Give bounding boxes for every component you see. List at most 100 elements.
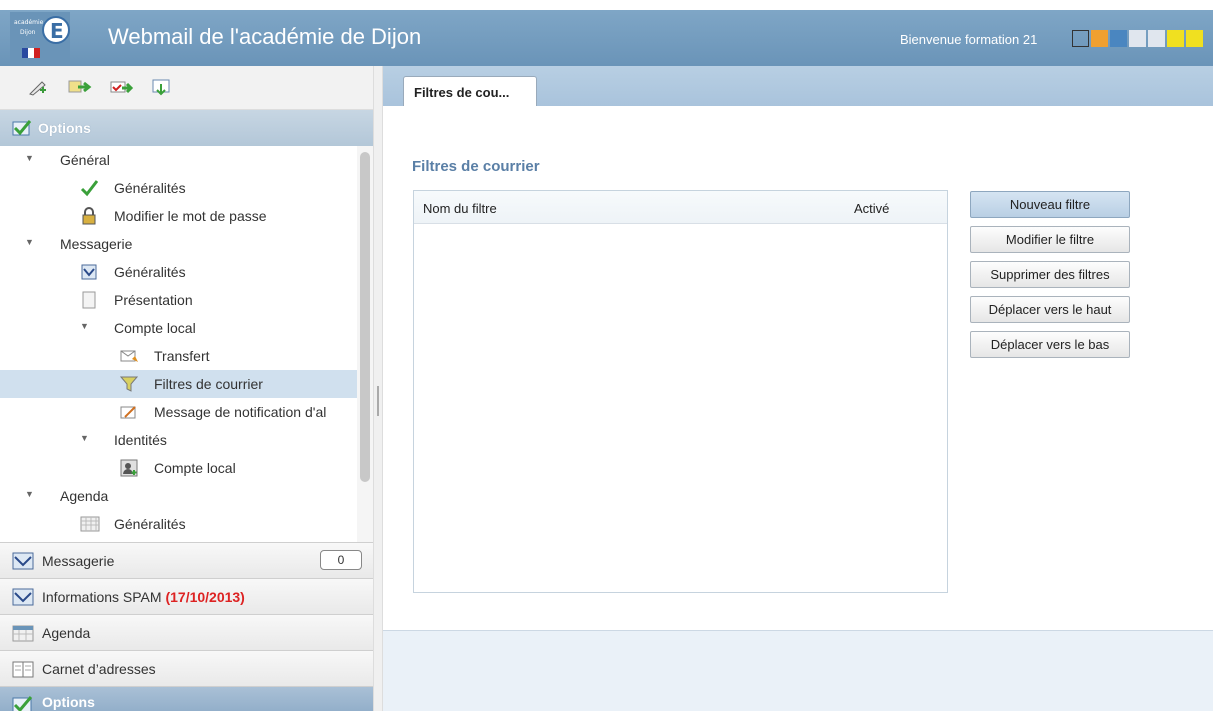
svg-text:E: E bbox=[50, 19, 64, 43]
splitter-grip[interactable] bbox=[377, 386, 379, 416]
accordion-label: Agenda bbox=[42, 625, 91, 641]
options-panel-title: Options bbox=[38, 120, 91, 136]
spam-label: Informations SPAM bbox=[42, 589, 162, 605]
user-add-icon bbox=[120, 459, 138, 477]
expanded-arrow-icon[interactable]: ▼ bbox=[25, 489, 34, 499]
address-book-icon bbox=[12, 659, 34, 679]
tree-item-change-password[interactable]: Modifier le mot de passe bbox=[0, 202, 357, 230]
app-title: Webmail de l'académie de Dijon bbox=[108, 24, 422, 49]
new-filter-button[interactable]: Nouveau filtre bbox=[970, 191, 1130, 218]
theme-swatches bbox=[1072, 30, 1203, 47]
theme-swatch[interactable] bbox=[1148, 30, 1165, 47]
tab-label: Filtres de cou... bbox=[414, 85, 510, 100]
tree-item-presentation[interactable]: Présentation bbox=[0, 286, 357, 314]
mail-settings-icon bbox=[80, 263, 98, 281]
theme-swatch[interactable] bbox=[1072, 30, 1089, 47]
move-icon[interactable] bbox=[110, 78, 134, 96]
tree-item-compte-local[interactable]: ▼ Compte local bbox=[0, 314, 357, 342]
academie-logo: académie Dijon E bbox=[10, 12, 70, 64]
tree-item-label: Transfert bbox=[154, 348, 210, 364]
accordion-options[interactable]: Options bbox=[0, 686, 373, 711]
expanded-arrow-icon[interactable]: ▼ bbox=[25, 153, 34, 163]
panel-splitter[interactable] bbox=[373, 66, 383, 711]
theme-swatch[interactable] bbox=[1129, 30, 1146, 47]
tree-scrollbar[interactable] bbox=[357, 146, 373, 542]
tree-item-label: Présentation bbox=[114, 292, 193, 308]
tree-item-identites-compte-local[interactable]: Compte local bbox=[0, 454, 357, 482]
theme-swatch[interactable] bbox=[1091, 30, 1108, 47]
tree-item-notification[interactable]: Message de notification d'al bbox=[0, 398, 357, 426]
delete-filters-button[interactable]: Supprimer des filtres bbox=[970, 261, 1130, 288]
import-icon[interactable] bbox=[152, 78, 172, 96]
expanded-arrow-icon[interactable]: ▼ bbox=[80, 321, 89, 331]
forward-icon[interactable] bbox=[68, 78, 92, 96]
column-header-active[interactable]: Activé bbox=[854, 201, 889, 216]
content-footer bbox=[383, 630, 1213, 711]
filters-table: Nom du filtre Activé bbox=[413, 190, 948, 593]
tree-item-agenda-generalites[interactable]: Généralités bbox=[0, 510, 357, 538]
theme-swatch[interactable] bbox=[1167, 30, 1184, 47]
accordion-carnet[interactable]: Carnet d’adresses bbox=[0, 650, 373, 686]
tree-item-label: Identités bbox=[114, 432, 167, 448]
expanded-arrow-icon[interactable]: ▼ bbox=[80, 433, 89, 443]
mail-icon bbox=[12, 551, 34, 571]
tree-item-filtres[interactable]: Filtres de courrier bbox=[0, 370, 357, 398]
tree-item-label: Général bbox=[60, 152, 110, 168]
tree-item-identites[interactable]: ▼ Identités bbox=[0, 426, 357, 454]
filter-icon bbox=[119, 375, 139, 393]
check-icon bbox=[80, 179, 99, 197]
tab-filtres-de-courrier[interactable]: Filtres de cou... bbox=[403, 76, 537, 106]
accordion-agenda[interactable]: Agenda bbox=[0, 614, 373, 650]
tree-item-agenda[interactable]: ▼ Agenda bbox=[0, 482, 357, 510]
column-header-name[interactable]: Nom du filtre bbox=[423, 201, 497, 216]
spam-date: (17/10/2013) bbox=[165, 589, 245, 605]
accordion-label: Carnet d’adresses bbox=[42, 661, 156, 677]
page-icon bbox=[80, 291, 98, 309]
tree-item-label: Filtres de courrier bbox=[154, 376, 263, 392]
filters-table-header: Nom du filtre Activé bbox=[414, 191, 947, 224]
calendar-icon bbox=[80, 515, 100, 533]
app-header: académie Dijon E Webmail de l'académie d… bbox=[0, 10, 1213, 66]
accordion-label: Messagerie bbox=[42, 553, 115, 569]
accordion-messagerie[interactable]: Messagerie 0 bbox=[0, 542, 373, 578]
tree-item-messagerie-generalites[interactable]: Généralités bbox=[0, 258, 357, 286]
edit-filter-button[interactable]: Modifier le filtre bbox=[970, 226, 1130, 253]
mail-icon bbox=[12, 587, 34, 607]
tree-item-label: Généralités bbox=[114, 516, 186, 532]
svg-text:académie: académie bbox=[14, 19, 44, 26]
tree-item-label: Message de notification d'al bbox=[154, 404, 327, 420]
theme-swatch[interactable] bbox=[1186, 30, 1203, 47]
unread-count-badge: 0 bbox=[320, 550, 362, 570]
tree-item-label: Modifier le mot de passe bbox=[114, 208, 267, 224]
left-toolbar bbox=[0, 66, 373, 110]
options-check-icon bbox=[12, 119, 32, 140]
accordion-label: Informations SPAM (17/10/2013) bbox=[42, 589, 245, 605]
lock-icon bbox=[80, 207, 98, 225]
svg-text:Dijon: Dijon bbox=[20, 29, 36, 36]
section-title: Filtres de courrier bbox=[412, 158, 540, 175]
tree-item-general-generalites[interactable]: Généralités bbox=[0, 174, 357, 202]
scrollbar-thumb[interactable] bbox=[360, 152, 370, 482]
mail-forward-icon bbox=[120, 347, 138, 365]
tab-bar: Filtres de cou... bbox=[383, 66, 1213, 106]
notification-icon bbox=[120, 403, 138, 421]
tree-item-transfert[interactable]: Transfert bbox=[0, 342, 357, 370]
tree-item-label: Généralités bbox=[114, 180, 186, 196]
tree-item-general[interactable]: ▼ Général bbox=[0, 146, 357, 174]
tree-item-messagerie[interactable]: ▼ Messagerie bbox=[0, 230, 357, 258]
expanded-arrow-icon[interactable]: ▼ bbox=[25, 237, 34, 247]
accordion-spam[interactable]: Informations SPAM (17/10/2013) bbox=[0, 578, 373, 614]
tree-item-label: Messagerie bbox=[60, 236, 133, 252]
tree-item-label: Généralités bbox=[114, 264, 186, 280]
welcome-text: Bienvenue formation 21 bbox=[900, 32, 1038, 47]
tree-item-label: Compte local bbox=[114, 320, 196, 336]
main-content: Filtres de courrier Nom du filtre Activé… bbox=[383, 106, 1213, 630]
move-down-button[interactable]: Déplacer vers le bas bbox=[970, 331, 1130, 358]
calendar-icon bbox=[12, 623, 34, 643]
options-tree: ▼ Général Généralités Modifier le mot de… bbox=[0, 146, 373, 542]
move-up-button[interactable]: Déplacer vers le haut bbox=[970, 296, 1130, 323]
theme-swatch[interactable] bbox=[1110, 30, 1127, 47]
options-check-icon bbox=[12, 695, 34, 711]
new-icon[interactable] bbox=[28, 78, 48, 96]
tree-item-label: Agenda bbox=[60, 488, 109, 504]
